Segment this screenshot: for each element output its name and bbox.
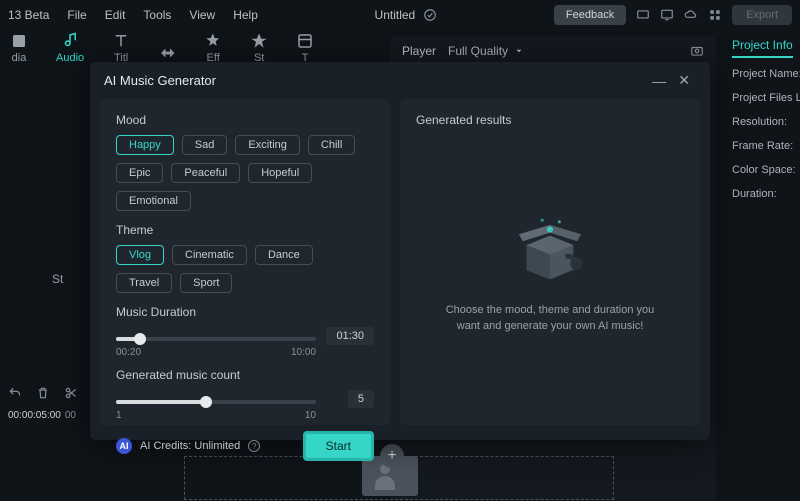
theme-chip-sport[interactable]: Sport [180, 273, 232, 293]
feedback-button[interactable]: Feedback [554, 5, 626, 25]
chevron-down-icon [514, 46, 524, 56]
timeline-timecode: 00:00:05:00 [8, 410, 61, 421]
generated-results-panel: Generated results Choose the mood, theme… [400, 99, 700, 425]
tab-audio[interactable]: Audio [56, 32, 84, 64]
theme-chip-travel[interactable]: Travel [116, 273, 172, 293]
add-media-button[interactable]: + [380, 444, 404, 468]
mood-chip-hopeful[interactable]: Hopeful [248, 163, 312, 183]
count-slider[interactable]: 5 [116, 400, 316, 404]
ai-badge-icon: AI [116, 438, 132, 454]
minimize-button[interactable]: — [646, 73, 672, 89]
open-box-icon [510, 214, 590, 284]
app-version: 13 Beta [8, 8, 49, 22]
duration-max: 10:00 [291, 347, 316, 358]
count-label: Generated music count [116, 368, 374, 382]
tab-effects[interactable]: Eff [204, 32, 222, 64]
prop-frame-rate: Frame Rate: [732, 140, 796, 152]
ai-credits-label: AI Credits: Unlimited [140, 440, 240, 452]
tab-media-label: dia [12, 52, 27, 64]
project-info-panel: Project Info Project Name: Project Files… [722, 30, 800, 500]
quality-value: Full Quality [448, 44, 508, 58]
export-button[interactable]: Export [732, 5, 792, 25]
theme-chip-cinematic[interactable]: Cinematic [172, 245, 247, 265]
menu-view[interactable]: View [189, 8, 215, 22]
start-button[interactable]: Start [303, 431, 374, 461]
quality-selector[interactable]: Full Quality [448, 44, 524, 58]
grid-icon[interactable] [708, 8, 722, 22]
undo-icon[interactable] [8, 386, 22, 400]
monitor-icon[interactable] [636, 8, 650, 22]
tab-transitions[interactable] [158, 44, 176, 64]
generator-settings-panel: Mood Happy Sad Exciting Chill Epic Peace… [100, 99, 390, 425]
mood-label: Mood [116, 113, 374, 127]
mood-chip-happy[interactable]: Happy [116, 135, 174, 155]
player-label: Player [402, 44, 436, 58]
theme-chips: Vlog Cinematic Dance Travel Sport [116, 245, 374, 293]
tab-media[interactable]: dia [10, 32, 28, 64]
generated-results-title: Generated results [416, 113, 684, 127]
sidebar-item-label: St [52, 272, 63, 286]
timeline-area: 00:00:05:00 00 [0, 380, 90, 500]
duration-value: 01:30 [326, 327, 374, 345]
prop-project-files: Project Files Loc [732, 92, 796, 104]
modal-title: AI Music Generator [104, 73, 216, 88]
prop-color-space: Color Space: [732, 164, 796, 176]
count-value: 5 [348, 390, 374, 408]
prop-project-name: Project Name: [732, 68, 796, 80]
project-info-tab[interactable]: Project Info [732, 38, 793, 58]
cloud-icon[interactable] [684, 8, 698, 22]
mood-chip-epic[interactable]: Epic [116, 163, 163, 183]
close-button[interactable]: ✕ [672, 72, 696, 89]
duration-slider[interactable]: 01:30 [116, 337, 316, 341]
mood-chip-emotional[interactable]: Emotional [116, 191, 191, 211]
menu-help[interactable]: Help [233, 8, 258, 22]
theme-label: Theme [116, 223, 374, 237]
timeline-tick: 00 [65, 410, 76, 421]
theme-chip-dance[interactable]: Dance [255, 245, 313, 265]
prop-duration: Duration: [732, 188, 796, 200]
tab-audio-label: Audio [56, 52, 84, 64]
mood-chip-sad[interactable]: Sad [182, 135, 228, 155]
count-min: 1 [116, 410, 122, 421]
generated-results-hint: Choose the mood, theme and duration you … [435, 302, 665, 335]
duration-min: 00:20 [116, 347, 141, 358]
menu-edit[interactable]: Edit [105, 8, 126, 22]
menu-file[interactable]: File [67, 8, 86, 22]
snapshot-icon[interactable] [690, 44, 704, 58]
mood-chip-peaceful[interactable]: Peaceful [171, 163, 240, 183]
tab-stickers[interactable]: St [250, 32, 268, 64]
sync-icon[interactable] [423, 8, 437, 22]
menu-bar: 13 Beta File Edit Tools View Help Untitl… [0, 0, 800, 30]
display-icon[interactable] [660, 8, 674, 22]
menu-tools[interactable]: Tools [143, 8, 171, 22]
mood-chips: Happy Sad Exciting Chill Epic Peaceful H… [116, 135, 374, 211]
mood-chip-chill[interactable]: Chill [308, 135, 355, 155]
trash-icon[interactable] [36, 386, 50, 400]
ai-music-generator-modal: AI Music Generator — ✕ Mood Happy Sad Ex… [90, 62, 710, 440]
count-max: 10 [305, 410, 316, 421]
info-icon[interactable]: ? [248, 440, 260, 452]
theme-chip-vlog[interactable]: Vlog [116, 245, 164, 265]
tab-templates[interactable]: T [296, 32, 314, 64]
scissors-icon[interactable] [64, 386, 78, 400]
project-title[interactable]: Untitled [375, 8, 416, 22]
mood-chip-exciting[interactable]: Exciting [235, 135, 300, 155]
duration-label: Music Duration [116, 305, 374, 319]
tab-titles[interactable]: Titl [112, 32, 130, 64]
prop-resolution: Resolution: [732, 116, 796, 128]
